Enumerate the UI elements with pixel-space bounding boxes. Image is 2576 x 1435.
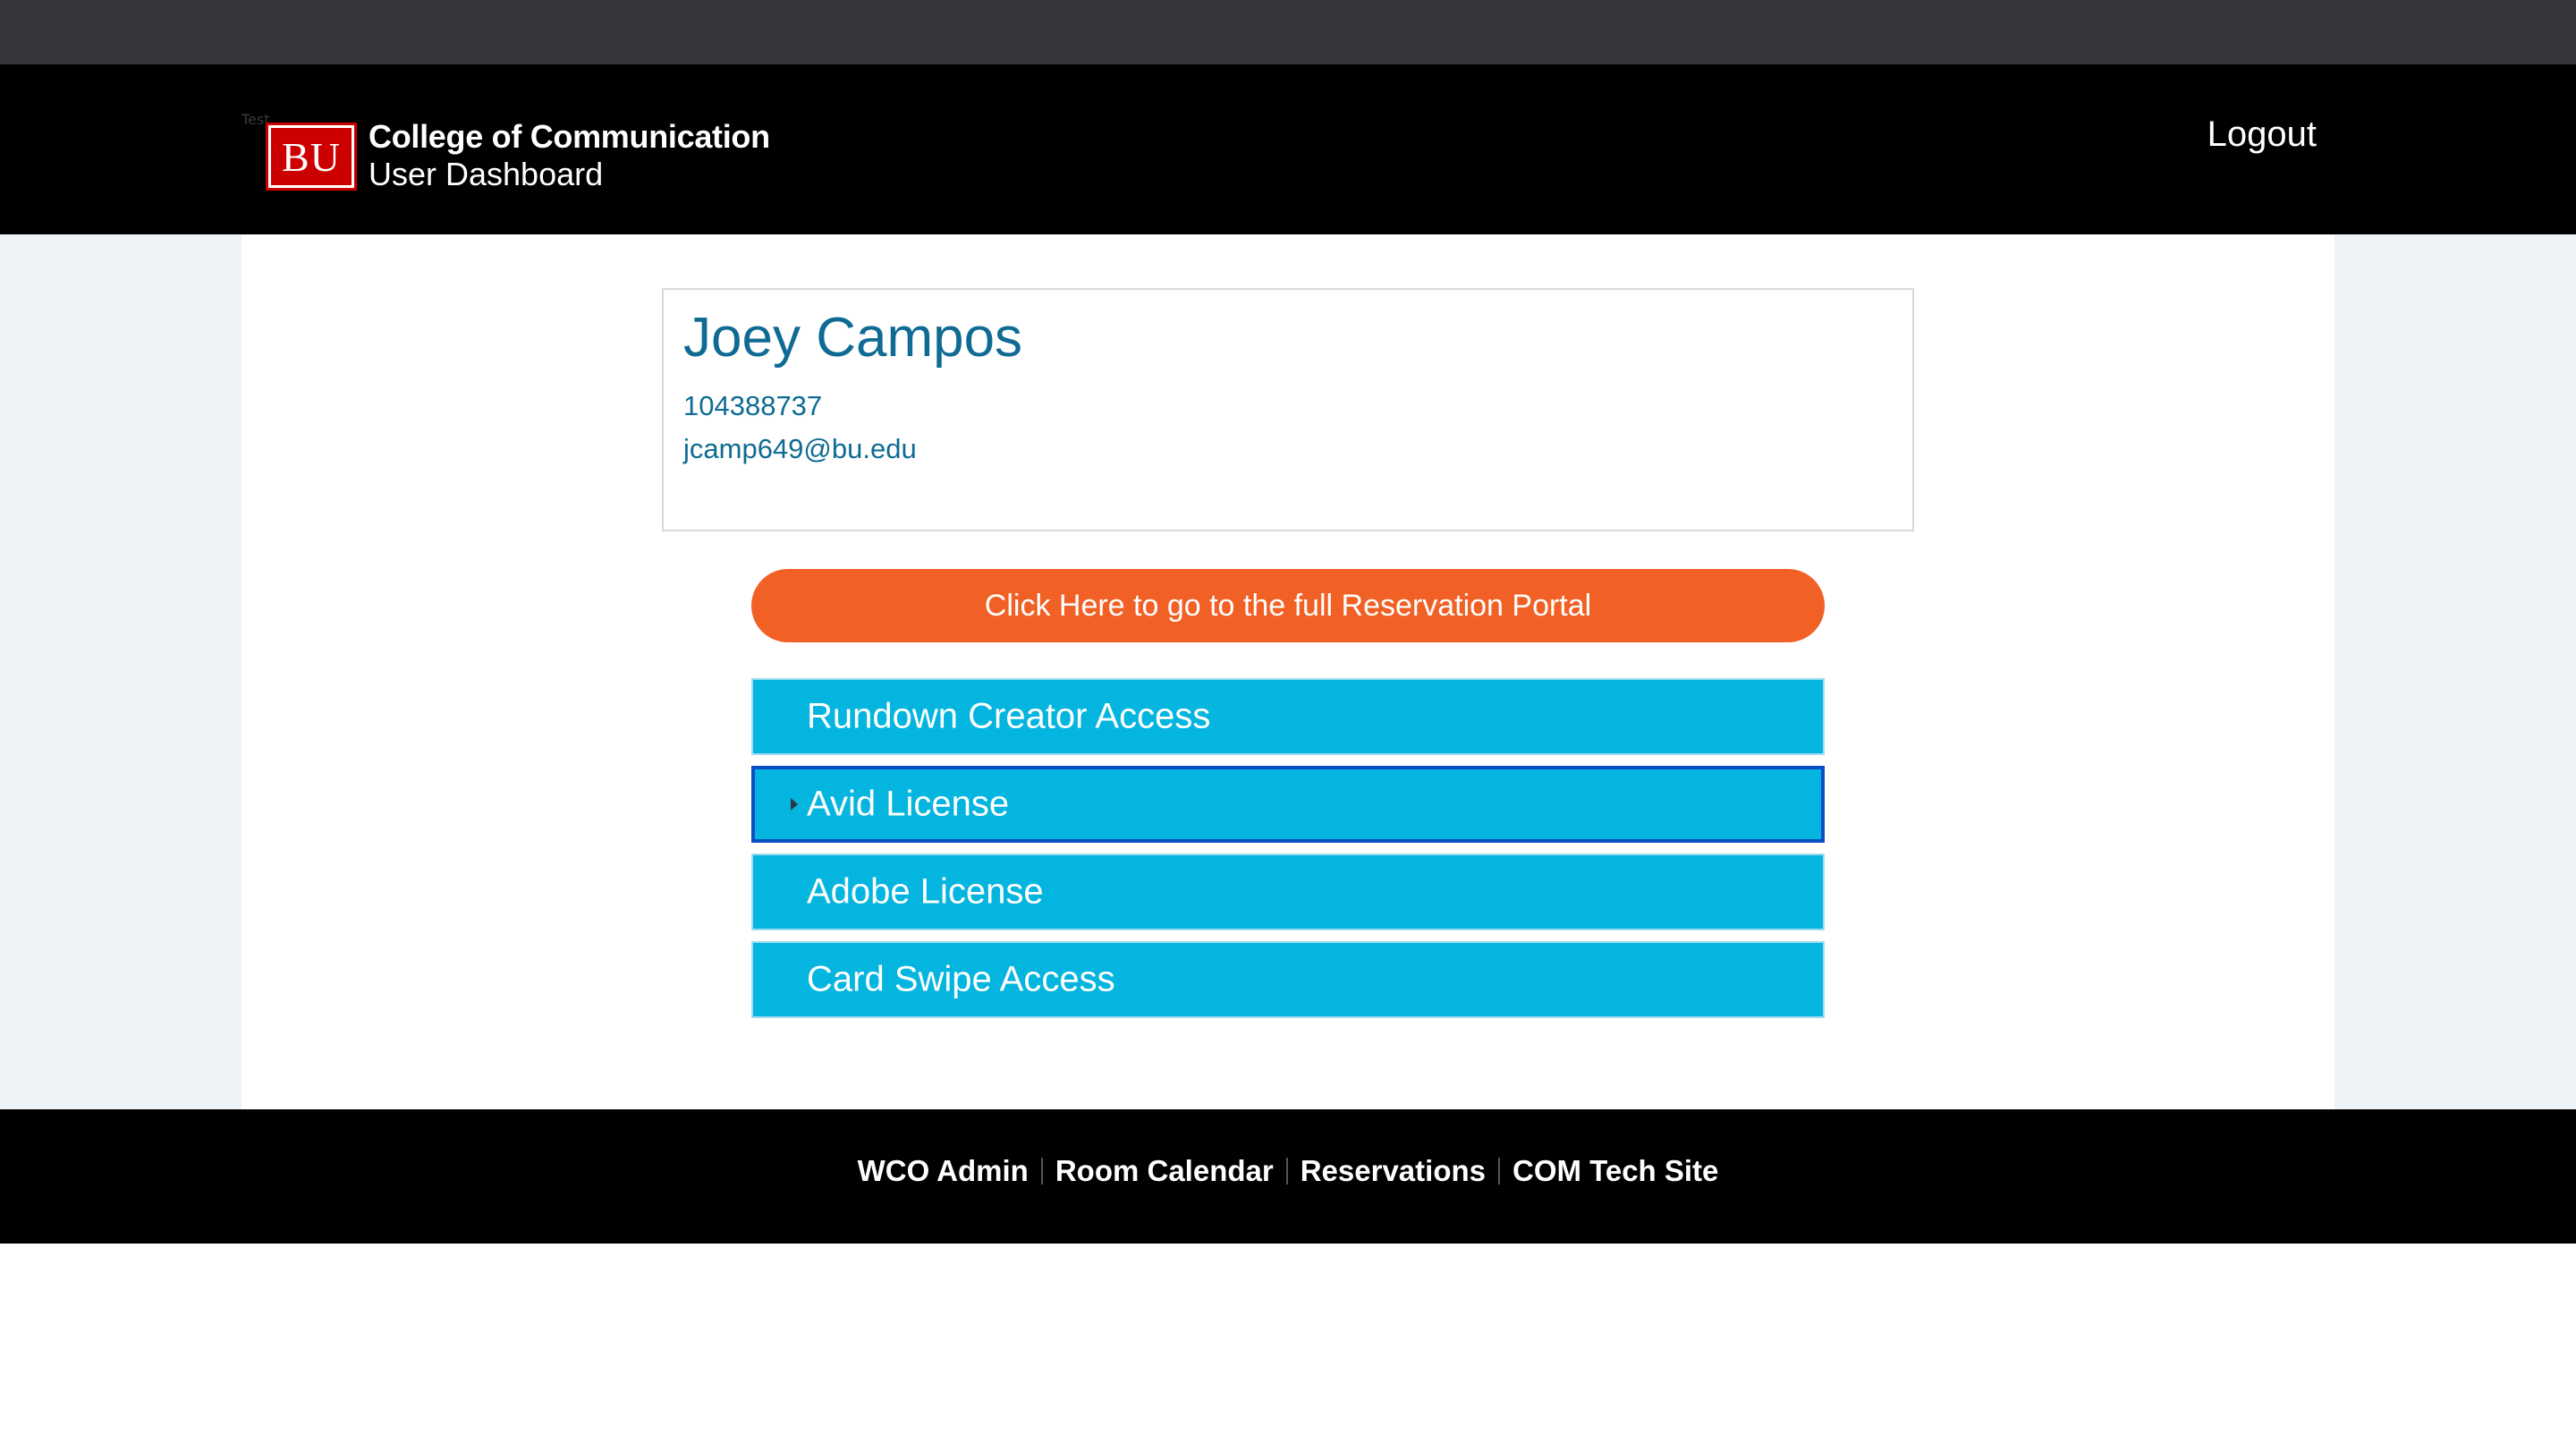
access-item-label: Avid License (807, 784, 1010, 824)
brand-title: College of Communication (369, 118, 770, 155)
access-item-label: Rundown Creator Access (807, 696, 1211, 736)
footer-divider (1497, 1158, 1500, 1185)
site-footer: WCO Admin Room Calendar Reservations COM… (0, 1109, 2576, 1244)
footer-divider (1285, 1158, 1288, 1185)
footer-link-room-calendar[interactable]: Room Calendar (1055, 1154, 1274, 1188)
browser-top-bar (0, 0, 2576, 64)
access-item-card-swipe[interactable]: Card Swipe Access (751, 941, 1825, 1018)
access-item-adobe-license[interactable]: Adobe License (751, 853, 1825, 930)
access-item-label: Card Swipe Access (807, 959, 1115, 999)
caret-right-icon (791, 798, 798, 811)
profile-card: Joey Campos 104388737 jcamp649@bu.edu (662, 288, 1914, 531)
profile-id: 104388737 (683, 390, 823, 421)
access-item-label: Adobe License (807, 871, 1044, 912)
access-item-avid-license[interactable]: Avid License (751, 766, 1825, 843)
footer-link-reservations[interactable]: Reservations (1301, 1154, 1486, 1188)
profile-email: jcamp649@bu.edu (683, 433, 917, 464)
access-item-rundown-creator[interactable]: Rundown Creator Access (751, 678, 1825, 755)
logout-link[interactable]: Logout (2207, 115, 2317, 155)
profile-name: Joey Campos (683, 307, 1023, 369)
site-header: Test BU College of Communication User Da… (0, 64, 2576, 234)
footer-link-wco-admin[interactable]: WCO Admin (858, 1154, 1029, 1188)
footer-link-com-tech-site[interactable]: COM Tech Site (1513, 1154, 1718, 1188)
reservation-portal-button[interactable]: Click Here to go to the full Reservation… (751, 569, 1825, 642)
header-hint-text: Test (242, 111, 270, 128)
bu-logo[interactable]: BU (266, 123, 357, 191)
brand-subtitle: User Dashboard (369, 156, 604, 192)
footer-nav: WCO Admin Room Calendar Reservations COM… (0, 1154, 2576, 1188)
footer-divider (1040, 1158, 1043, 1185)
page-bottom-blank (0, 1244, 2576, 1435)
